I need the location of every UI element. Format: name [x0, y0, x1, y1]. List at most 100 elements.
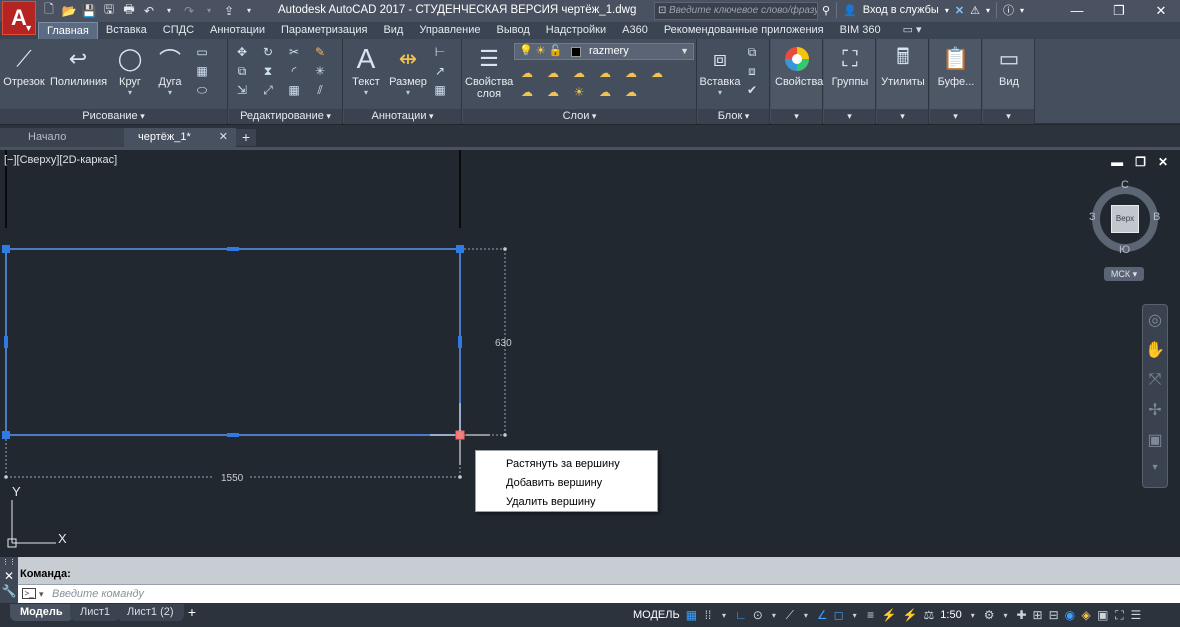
view-panel-expand[interactable] [983, 109, 1034, 124]
layout-tab-model[interactable]: Модель [10, 604, 73, 621]
layer-tool-3-icon[interactable]: ☁ [569, 65, 589, 81]
vertex-grip[interactable] [2, 245, 10, 253]
layer-tool-1-icon[interactable]: ☁ [517, 65, 537, 81]
print-icon[interactable]: 🖶 [120, 2, 138, 19]
compass-north[interactable]: С [1121, 179, 1129, 191]
ribbon-tab-spds[interactable]: СПДС [155, 22, 202, 39]
workspace-gear-icon[interactable]: ⚙ [981, 605, 998, 625]
command-prompt-icon[interactable]: >_ [22, 588, 36, 599]
layer-tool-9-icon[interactable]: ☁ [543, 84, 563, 100]
undo-dropdown-icon[interactable]: ▾ [160, 2, 178, 19]
viewcube-top-face[interactable]: Верх [1111, 205, 1139, 233]
circle-tool-button[interactable]: ◯ Круг ▾ [108, 42, 152, 97]
layer-tool-6-icon[interactable]: ☁ [647, 65, 667, 81]
compass-east[interactable]: В [1153, 211, 1160, 223]
properties-panel-expand[interactable] [771, 109, 822, 124]
trim-icon[interactable]: ✂ [284, 44, 304, 60]
model-space-toggle[interactable]: МОДЕЛЬ [630, 605, 683, 625]
help-search-input[interactable]: ⊡ Введите ключевое слово/фразу [654, 2, 818, 20]
isodraft-icon[interactable]: ⟋ [782, 605, 798, 625]
polyline-tool-button[interactable]: ↩ Полилиния [50, 42, 107, 88]
quick-properties-icon[interactable]: ⊟ [1046, 605, 1062, 625]
layer-properties-button[interactable]: ☰ Свойства слоя [465, 42, 513, 100]
recent-commands-dropdown-icon[interactable]: ▾ [39, 585, 44, 603]
properties-button[interactable]: Свойства [775, 42, 823, 88]
block-panel-title[interactable]: Блок [698, 109, 769, 124]
grid-icon[interactable]: ▦ [683, 605, 700, 625]
new-file-icon[interactable]: 🗋 [40, 2, 58, 19]
insert-block-button[interactable]: ⧈ Вставка ▾ [698, 42, 742, 97]
polar-dropdown-icon[interactable]: ▾ [766, 605, 782, 625]
new-drawing-tab-button[interactable]: + [236, 129, 256, 146]
ribbon-tab-bim360[interactable]: BIM 360 [832, 22, 889, 39]
layer-tool-4-icon[interactable]: ☁ [595, 65, 615, 81]
rectangle-icon[interactable]: ▭ [192, 44, 212, 60]
scale-dropdown-icon[interactable]: ▾ [965, 605, 981, 625]
minimize-window-button[interactable]: — [1062, 2, 1092, 20]
layer-tool-5-icon[interactable]: ☁ [621, 65, 641, 81]
array-icon[interactable]: ▦ [284, 82, 304, 98]
viewport-close-icon[interactable]: ✕ [1158, 155, 1168, 169]
layer-dropdown[interactable]: 💡☀🔓 razmery ▼ [514, 43, 694, 60]
dimension-dropdown-icon[interactable]: ▾ [386, 88, 430, 97]
table-icon[interactable]: ▦ [430, 82, 450, 98]
undo-icon[interactable]: ↶ [140, 2, 158, 19]
snap-icon[interactable]: ⁞⁞ [700, 605, 716, 625]
save-icon[interactable]: 💾 [80, 2, 98, 19]
groups-panel-expand[interactable] [824, 109, 875, 124]
layer-tool-10-icon[interactable]: ☀ [569, 84, 589, 100]
redo-icon[interactable]: ↷ [180, 2, 198, 19]
isodraft-dropdown-icon[interactable]: ▾ [798, 605, 814, 625]
compass-west[interactable]: З [1089, 211, 1096, 223]
hot-vertex-grip[interactable] [455, 430, 465, 440]
linear-dim-icon[interactable]: ⊢ [430, 44, 450, 60]
drag-handle-icon[interactable]: ⋮⋮ [0, 557, 18, 569]
share-icon[interactable]: ⇪ [220, 2, 238, 19]
modify-panel-title[interactable]: Редактирование [229, 109, 342, 124]
layer-tool-7-icon[interactable] [673, 65, 693, 81]
erase-icon[interactable]: ✎ [310, 44, 330, 60]
move-icon[interactable]: ✥ [232, 44, 252, 60]
layer-tool-8-icon[interactable]: ☁ [517, 84, 537, 100]
add-layout-button[interactable]: + [182, 604, 202, 621]
compass-south[interactable]: Ю [1119, 244, 1130, 256]
a360-icon[interactable]: ⚠ [970, 4, 980, 17]
layout-tab-sheet1[interactable]: Лист1 [70, 604, 121, 621]
clipboard-button[interactable]: 📋 Буфе... [934, 42, 978, 88]
ribbon-tab-manage[interactable]: Управление [411, 22, 488, 39]
ribbon-tab-view[interactable]: Вид [375, 22, 411, 39]
close-command-line-icon[interactable]: ✕ [0, 569, 18, 584]
ribbon-tab-addins[interactable]: Надстройки [538, 22, 614, 39]
draw-panel-title[interactable]: Рисование [0, 109, 227, 124]
arc-dropdown-icon[interactable]: ▾ [148, 88, 192, 97]
layers-panel-title[interactable]: Слои [463, 109, 696, 124]
workspace-dropdown-icon[interactable]: ▾ [997, 605, 1013, 625]
layer-tool-12-icon[interactable]: ☁ [621, 84, 641, 100]
view-button[interactable]: ▭ Вид [987, 42, 1031, 88]
text-tool-button[interactable]: A Текст ▾ [344, 42, 388, 97]
annotation-panel-title[interactable]: Аннотации [344, 109, 461, 124]
navbar-menu-icon[interactable]: ▾ [1143, 455, 1167, 479]
connect-dropdown-icon[interactable]: ▾ [986, 6, 990, 15]
auto-scale-icon[interactable]: ⚡ [900, 605, 921, 625]
layer-tool-11-icon[interactable]: ☁ [595, 84, 615, 100]
annotation-visibility-icon[interactable]: ⚡ [879, 605, 900, 625]
clean-screen-icon[interactable]: ⛶ [1112, 605, 1128, 625]
binoculars-search-icon[interactable]: ⚲ [822, 4, 830, 17]
leader-icon[interactable]: ↗ [430, 63, 450, 79]
offset-icon[interactable]: ⫽ [310, 82, 330, 98]
midpoint-grip[interactable] [4, 336, 8, 348]
viewport-minimize-icon[interactable]: ▬ [1111, 155, 1123, 169]
ribbon-tab-home[interactable]: Главная [38, 22, 98, 39]
lineweight-icon[interactable]: ≡ [863, 605, 879, 625]
command-input[interactable]: >_ ▾ Введите команду [18, 584, 1180, 603]
menu-item-stretch-vertex[interactable]: Растянуть за вершину [476, 455, 657, 474]
viewcube[interactable]: Верх С Ю З В [1089, 179, 1160, 256]
text-dropdown-icon[interactable]: ▾ [344, 88, 388, 97]
block-attributes-icon[interactable]: ✔ [742, 82, 762, 98]
ribbon-display-toggle-icon[interactable]: ▭ ▾ [903, 22, 922, 39]
customize-wrench-icon[interactable]: 🔧 [0, 584, 18, 599]
units-icon[interactable]: ⊞ [1030, 605, 1046, 625]
insert-dropdown-icon[interactable]: ▾ [698, 88, 742, 97]
user-icon[interactable]: 👤 [843, 4, 857, 17]
